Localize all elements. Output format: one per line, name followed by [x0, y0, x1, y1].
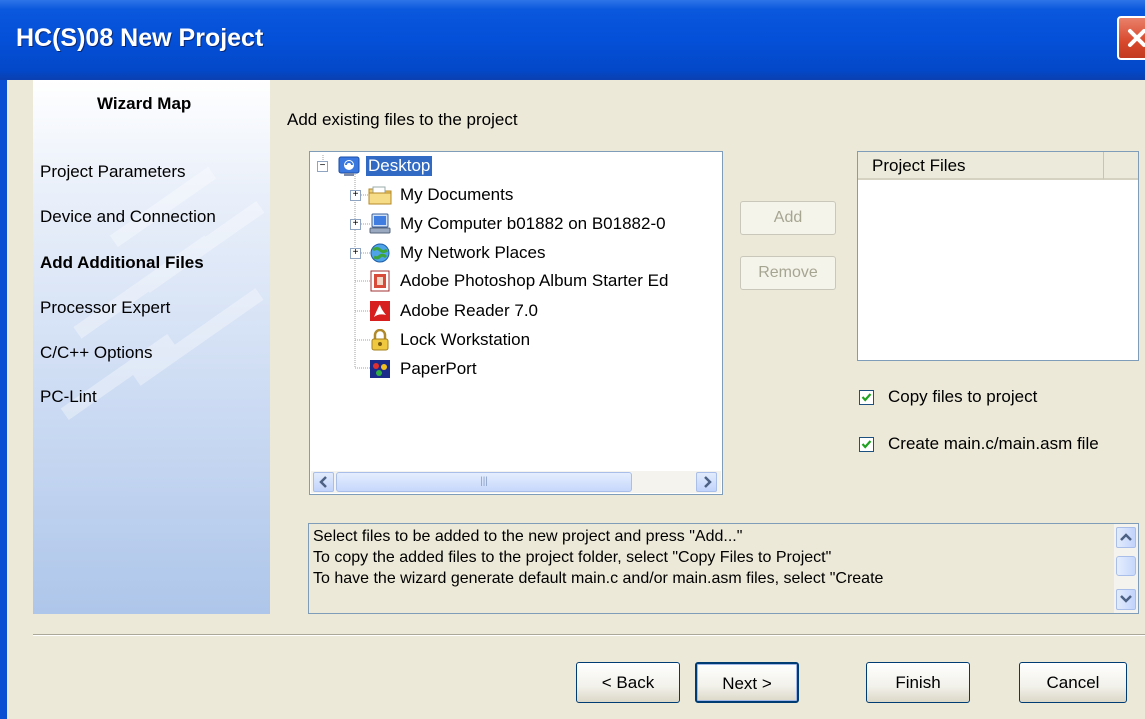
tree-item-label: Lock Workstation — [400, 330, 531, 349]
column-header-filler — [1104, 152, 1138, 180]
tree-expand-toggle[interactable]: + — [350, 248, 361, 259]
tree-item-label: Desktop — [366, 156, 433, 176]
checkmark-icon — [861, 392, 872, 402]
tree-item-lock-workstation[interactable]: Lock Workstation — [368, 328, 532, 352]
tree-item-desktop[interactable]: Desktop — [338, 154, 433, 178]
tree-collapse-toggle[interactable]: − — [317, 161, 328, 172]
tree-expand-toggle[interactable]: + — [350, 190, 361, 201]
back-button[interactable]: < Back — [576, 662, 680, 703]
wizard-step-cpp-options[interactable]: C/C++ Options — [40, 343, 152, 363]
tree-item-adobe-reader[interactable]: Adobe Reader 7.0 — [368, 299, 540, 323]
description-text-area[interactable]: Select files to be added to the new proj… — [308, 523, 1139, 614]
scroll-left-button[interactable] — [313, 472, 334, 492]
wizard-step-project-parameters[interactable]: Project Parameters — [40, 162, 186, 182]
description-line: Select files to be added to the new proj… — [313, 528, 743, 545]
next-button[interactable]: Next > — [695, 662, 799, 703]
wizard-step-device-and-connection[interactable]: Device and Connection — [40, 207, 216, 227]
network-icon — [370, 243, 390, 263]
wizard-step-pc-lint[interactable]: PC-Lint — [40, 387, 97, 407]
create-main-label: Create main.c/main.asm file — [888, 434, 1099, 453]
tree-item-label: My Documents — [400, 185, 514, 204]
finish-button[interactable]: Finish — [866, 662, 970, 703]
description-vertical-scrollbar[interactable] — [1114, 524, 1138, 613]
scroll-thumb[interactable]: ||| — [336, 472, 632, 492]
checkmark-icon — [861, 439, 872, 449]
project-files-column-header[interactable]: Project Files — [858, 152, 1104, 180]
tree-item-adobe-photoshop-album[interactable]: Adobe Photoshop Album Starter Ed — [368, 269, 670, 293]
close-button[interactable] — [1117, 16, 1145, 60]
create-main-checkbox-row[interactable]: Create main.c/main.asm file — [859, 434, 1099, 454]
scroll-right-button[interactable] — [696, 472, 717, 492]
lock-icon — [371, 329, 389, 351]
tree-item-my-computer[interactable]: My Computer b01882 on B01882-0 — [368, 212, 668, 236]
tree-item-label: Adobe Reader 7.0 — [400, 301, 538, 320]
tree-horizontal-scrollbar[interactable]: ||| — [311, 471, 721, 493]
description-line: To have the wizard generate default main… — [313, 570, 884, 587]
file-tree[interactable]: − Desktop + My Documents + My Computer b… — [309, 151, 723, 495]
scroll-thumb[interactable] — [1116, 556, 1136, 576]
page-prompt: Add existing files to the project — [287, 110, 518, 129]
add-button[interactable]: Add — [740, 201, 836, 235]
wizard-map-title: Wizard Map — [97, 94, 192, 113]
footer-separator — [33, 634, 1145, 636]
wizard-step-add-additional-files[interactable]: Add Additional Files — [40, 253, 204, 273]
window-title: HC(S)08 New Project — [16, 24, 264, 52]
scroll-up-button[interactable] — [1116, 527, 1136, 548]
copy-files-label: Copy files to project — [888, 387, 1038, 406]
tree-expand-toggle[interactable]: + — [350, 219, 361, 230]
folder-icon — [368, 186, 392, 205]
remove-button[interactable]: Remove — [740, 256, 836, 290]
window-left-border — [0, 80, 7, 719]
project-files-list[interactable]: Project Files — [857, 151, 1139, 361]
cancel-button[interactable]: Cancel — [1019, 662, 1127, 703]
adobe-reader-icon — [370, 301, 390, 321]
chevron-down-icon — [1120, 595, 1132, 603]
desktop-icon — [338, 156, 360, 176]
tree-item-label: PaperPort — [400, 359, 477, 378]
copy-files-checkbox-row[interactable]: Copy files to project — [859, 387, 1037, 407]
tree-item-label: My Network Places — [400, 243, 546, 262]
computer-icon — [369, 213, 391, 234]
tree-item-paperport[interactable]: PaperPort — [368, 357, 479, 381]
tree-item-label: My Computer b01882 on B01882-0 — [400, 214, 666, 233]
create-main-checkbox[interactable] — [859, 436, 874, 452]
tree-item-my-documents[interactable]: My Documents — [368, 183, 515, 207]
scroll-down-button[interactable] — [1116, 589, 1136, 610]
chevron-right-icon — [703, 476, 712, 488]
tree-item-label: Adobe Photoshop Album Starter Ed — [400, 271, 669, 290]
close-icon — [1128, 29, 1145, 47]
photoshop-album-icon — [370, 270, 390, 292]
tree-item-my-network-places[interactable]: My Network Places — [368, 241, 547, 265]
wizard-map-panel: Wizard Map Project Parameters Device and… — [33, 80, 270, 614]
wizard-step-processor-expert[interactable]: Processor Expert — [40, 298, 170, 318]
title-bar: HC(S)08 New Project — [0, 0, 1145, 80]
chevron-left-icon — [318, 476, 327, 488]
chevron-up-icon — [1120, 533, 1132, 541]
description-line: To copy the added files to the project f… — [313, 549, 832, 566]
copy-files-checkbox[interactable] — [859, 389, 874, 405]
paperport-icon — [370, 360, 390, 378]
